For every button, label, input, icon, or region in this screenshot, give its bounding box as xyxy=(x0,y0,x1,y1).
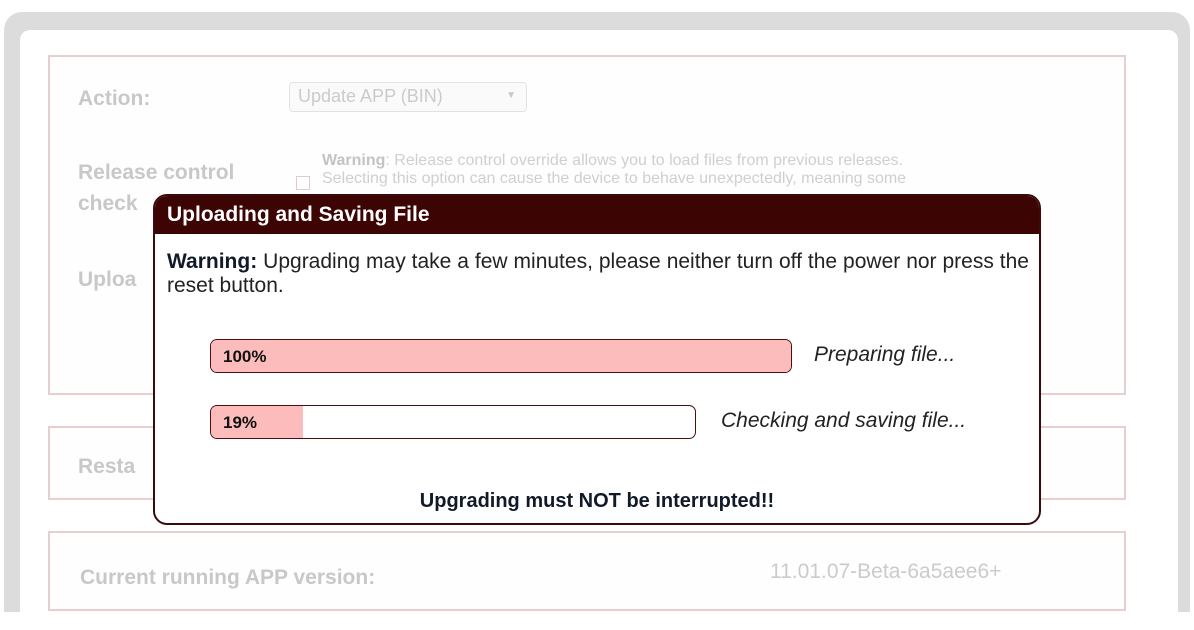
action-label: Action: xyxy=(78,87,151,110)
action-select-value: Update APP (BIN) xyxy=(298,86,443,106)
modal-warning: Warning: Upgrading may take a few minute… xyxy=(167,250,1029,298)
restart-label: Resta xyxy=(78,455,136,478)
modal-title: Uploading and Saving File xyxy=(155,196,1039,234)
release-control-label: Release control xyxy=(78,161,235,184)
upload-label: Uploa xyxy=(78,268,137,291)
progress-fill xyxy=(211,340,791,372)
chevron-down-icon: ▼ xyxy=(506,90,516,101)
release-note-bold: Warning xyxy=(322,152,386,169)
release-note-line2: Selecting this option can cause the devi… xyxy=(322,170,907,187)
modal-footer-warning: Upgrading must NOT be interrupted!! xyxy=(419,490,775,512)
progress-percent: 100% xyxy=(223,347,267,366)
current-version-value: 11.01.07-Beta-6a5aee6+ xyxy=(770,560,1002,583)
progress-status-preparing: Preparing file... xyxy=(814,343,956,366)
release-control-label-line2: check xyxy=(78,192,138,215)
progress-bar-preparing: 100% xyxy=(210,339,792,373)
progress-bar-saving: 19% xyxy=(210,405,696,439)
action-select[interactable]: Update APP (BIN) ▼ xyxy=(289,82,527,112)
modal-warning-bold: Warning: xyxy=(167,250,258,273)
progress-percent: 19% xyxy=(223,413,258,432)
release-control-note: Warning: Release control override allows… xyxy=(322,152,1082,188)
modal-warning-text: Upgrading may take a few minutes, please… xyxy=(167,250,1029,297)
upload-modal: Uploading and Saving File Warning: Upgra… xyxy=(153,194,1041,525)
current-version-label: Current running APP version: xyxy=(80,566,376,589)
release-note-line1: : Release control override allows you to… xyxy=(385,152,903,169)
release-control-checkbox[interactable] xyxy=(296,176,310,190)
progress-status-saving: Checking and saving file... xyxy=(721,409,967,432)
